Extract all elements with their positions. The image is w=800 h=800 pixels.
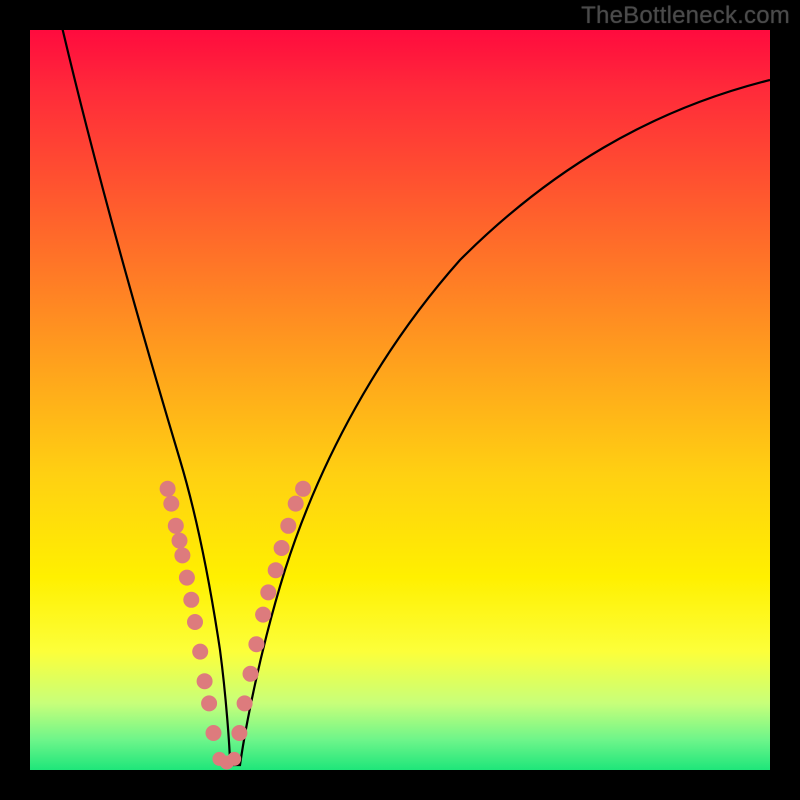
gradient-plot-area — [30, 30, 770, 770]
bottleneck-curve-svg — [30, 30, 770, 770]
curve-marker-dot — [168, 518, 184, 534]
watermark-text: TheBottleneck.com — [581, 2, 790, 30]
curve-marker-dot — [295, 481, 311, 497]
curve-marker-dot — [260, 584, 276, 600]
curve-marker-dot — [172, 533, 188, 549]
curve-marker-dot — [183, 592, 199, 608]
curve-marker-dot — [288, 496, 304, 512]
curve-markers — [160, 481, 312, 770]
curve-marker-dot — [231, 725, 247, 741]
curve-marker-dot — [280, 518, 296, 534]
curve-marker-dot — [163, 496, 179, 512]
curve-marker-dot — [179, 570, 195, 586]
curve-marker-dot — [160, 481, 176, 497]
curve-marker-dot — [197, 673, 213, 689]
curve-marker-dot — [237, 695, 253, 711]
curve-marker-dot — [255, 607, 271, 623]
bottleneck-curve-path — [58, 30, 770, 765]
curve-marker-dot — [243, 666, 259, 682]
curve-marker-dot — [248, 636, 264, 652]
curve-marker-dot — [268, 562, 284, 578]
curve-marker-dot — [192, 644, 208, 660]
curve-marker-dot — [274, 540, 290, 556]
curve-marker-dot — [227, 752, 241, 766]
curve-marker-dot — [206, 725, 222, 741]
curve-marker-dot — [187, 614, 203, 630]
curve-marker-dot — [201, 695, 217, 711]
curve-marker-dot — [174, 547, 190, 563]
